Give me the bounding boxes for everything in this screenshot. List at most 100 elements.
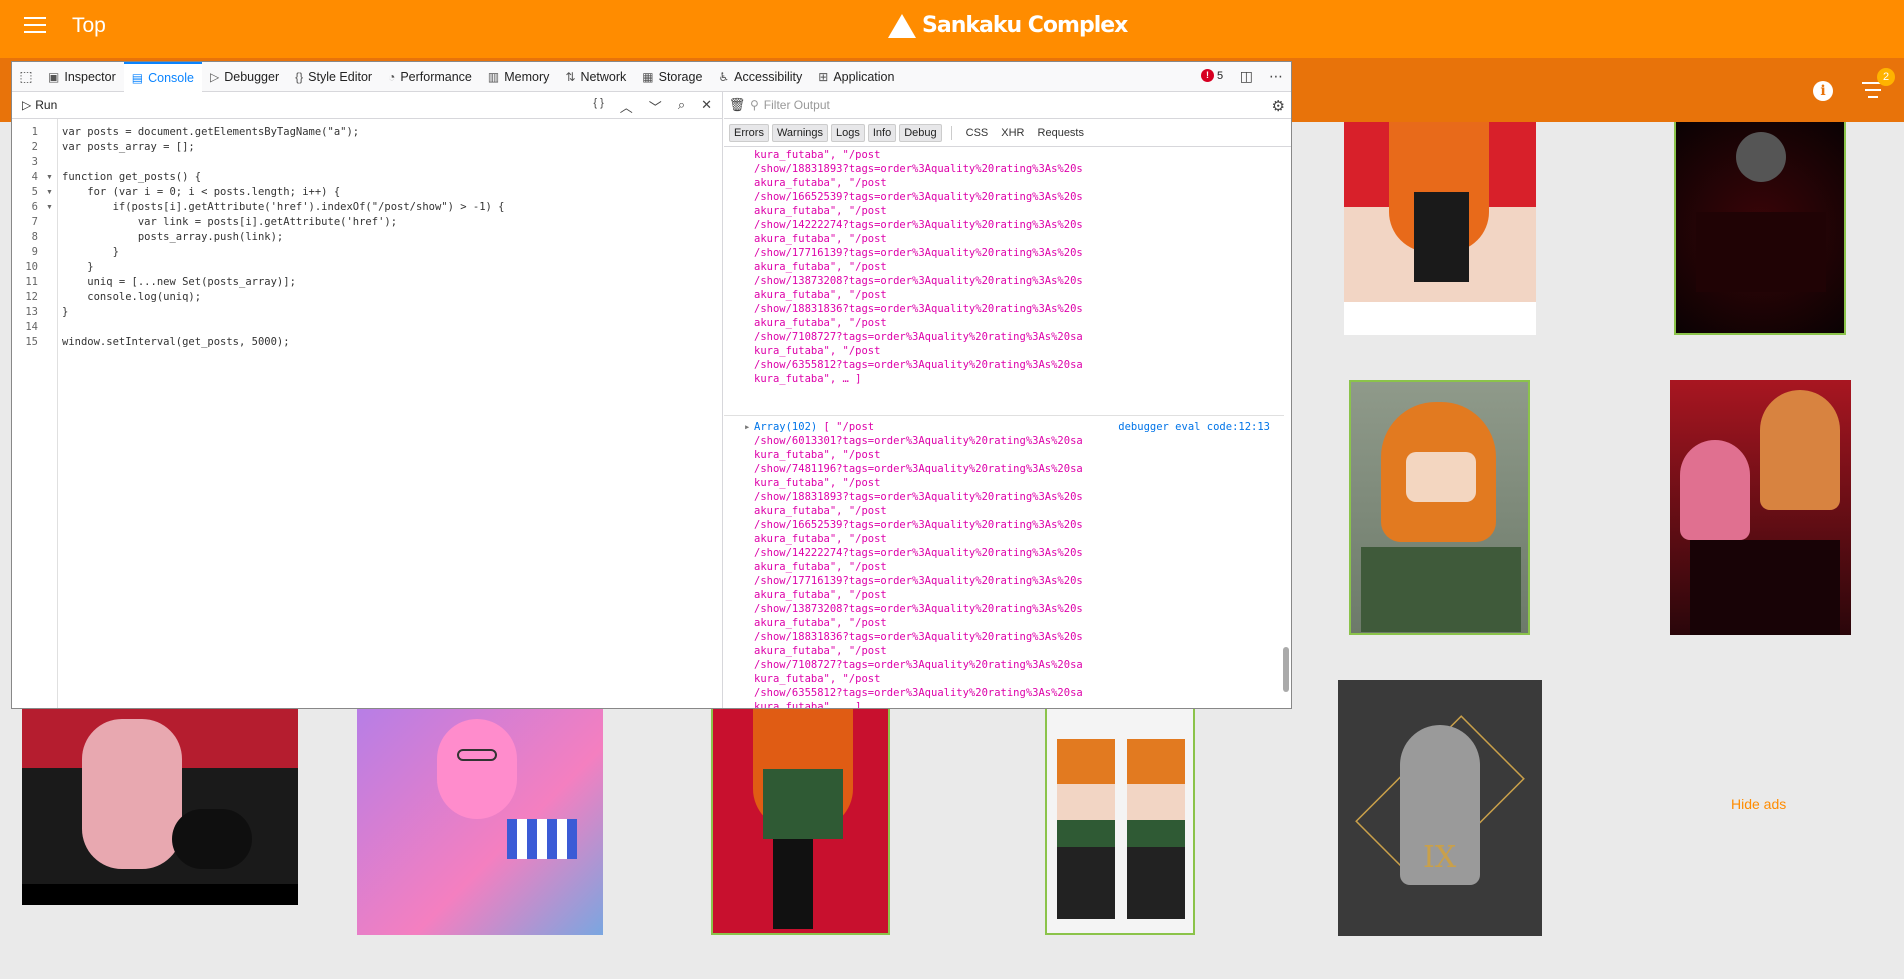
- tab-storage[interactable]: ▦ Storage: [634, 62, 710, 92]
- post-thumbnail[interactable]: [1349, 380, 1530, 635]
- log-level-filters: Errors Warnings Logs Info Debug CSS XHR …: [724, 119, 1291, 147]
- output-line: /show/17716139?tags=order%3Aquality%20ra…: [754, 247, 1083, 259]
- output-line: /show/17716139?tags=order%3Aquality%20ra…: [754, 575, 1083, 587]
- array-header[interactable]: ▸ Array(102) [ "/post: [744, 421, 874, 435]
- output-line: /show/18831893?tags=order%3Aquality%20ra…: [754, 491, 1083, 503]
- code-line: var posts = document.getElementsByTagNam…: [62, 126, 360, 138]
- console-scrollbar[interactable]: [1283, 647, 1289, 692]
- fold-toggle-icon[interactable]: ▼: [46, 174, 53, 181]
- post-thumbnail[interactable]: [1045, 709, 1195, 935]
- tab-application[interactable]: ⊞ Application: [810, 62, 902, 92]
- line-number: 6: [31, 201, 38, 213]
- post-thumbnail[interactable]: [357, 709, 603, 935]
- line-number: 8: [31, 231, 38, 243]
- output-line: /show/18831836?tags=order%3Aquality%20ra…: [754, 631, 1083, 643]
- output-line: akura_futaba", "/post: [754, 233, 887, 245]
- tab-memory[interactable]: ▥ Memory: [480, 62, 558, 92]
- output-line: akura_futaba", "/post: [754, 177, 887, 189]
- filter-debug[interactable]: Debug: [899, 123, 942, 142]
- editor-toolbar: ▷ Run { } ︿ ﹀ ⌕ ✕: [12, 92, 722, 119]
- code-line: }: [62, 246, 119, 258]
- fold-toggle-icon[interactable]: ▼: [46, 189, 53, 196]
- output-line: akura_futaba", "/post: [754, 561, 887, 573]
- source-location-link[interactable]: debugger eval code:12:13: [1118, 421, 1270, 433]
- filter-requests[interactable]: Requests: [1033, 125, 1089, 141]
- fold-toggle-icon[interactable]: ▼: [46, 204, 53, 211]
- site-logo[interactable]: Sankaku Complex: [888, 13, 1128, 38]
- error-count[interactable]: ! 5: [1201, 69, 1223, 82]
- close-icon[interactable]: ✕: [701, 97, 712, 116]
- filter-xhr[interactable]: XHR: [996, 125, 1029, 141]
- output-line: kura_futaba", "/post: [754, 477, 881, 489]
- line-number: 13: [25, 306, 38, 318]
- post-thumbnail[interactable]: IX: [1338, 680, 1542, 936]
- accessibility-icon: ♿: [718, 69, 730, 84]
- code-line: for (var i = 0; i < posts.length; i++) {: [62, 186, 341, 198]
- run-button[interactable]: ▷ Run: [22, 98, 57, 112]
- search-icon[interactable]: ⌕: [678, 97, 685, 116]
- tab-style-editor[interactable]: {} Style Editor: [287, 62, 380, 92]
- output-line: /show/14222274?tags=order%3Aquality%20ra…: [754, 547, 1083, 559]
- info-icon[interactable]: i: [1813, 81, 1833, 101]
- post-thumbnail[interactable]: [1344, 122, 1536, 335]
- filter-css[interactable]: CSS: [961, 125, 994, 141]
- multiline-editor[interactable]: ▷ Run { } ︿ ﹀ ⌕ ✕ 1 2 3 4 ▼ 5 ▼ 6 ▼ 7 8 9 10 11 12 13 14 1…: [12, 92, 723, 708]
- tab-accessibility[interactable]: ♿ Accessibility: [710, 62, 810, 92]
- clear-console-icon[interactable]: 🗑: [724, 97, 750, 113]
- page-title: Top: [72, 14, 106, 37]
- output-line: akura_futaba", "/post: [754, 261, 887, 273]
- message-divider: [724, 415, 1284, 416]
- code-line: uniq = [...new Set(posts_array)];: [62, 276, 296, 288]
- tab-debugger[interactable]: ▷ Debugger: [202, 62, 287, 92]
- filter-errors[interactable]: Errors: [729, 123, 769, 142]
- funnel-icon: ⚲: [750, 98, 759, 112]
- tab-inspector[interactable]: ▣ Inspector: [40, 62, 124, 92]
- code-line: var posts_array = [];: [62, 141, 195, 153]
- line-number: 5: [31, 186, 38, 198]
- code-line: console.log(uniq);: [62, 291, 202, 303]
- code-line: function get_posts() {: [62, 171, 202, 183]
- tab-console[interactable]: ▤ Console: [123, 61, 202, 92]
- code-line: }: [62, 261, 94, 273]
- notification-badge: 2: [1877, 68, 1895, 86]
- filter-warnings[interactable]: Warnings: [771, 123, 829, 142]
- post-thumbnail[interactable]: [22, 709, 298, 905]
- tab-performance[interactable]: ◔ Performance: [380, 62, 480, 92]
- grid-icon: ⊞: [818, 69, 829, 84]
- filter-logs[interactable]: Logs: [831, 123, 865, 142]
- gear-icon[interactable]: ⚙: [1272, 97, 1285, 115]
- chip-icon: ▥: [487, 69, 500, 84]
- chevron-up-icon[interactable]: ︿: [620, 97, 633, 116]
- output-line: /show/7108727?tags=order%3Aquality%20rat…: [754, 331, 1083, 343]
- output-line: akura_futaba", "/post: [754, 617, 887, 629]
- output-line: akura_futaba", "/post: [754, 589, 887, 601]
- output-line: kura_futaba", … ]: [754, 701, 862, 708]
- output-line: /show/7108727?tags=order%3Aquality%20rat…: [754, 659, 1083, 671]
- site-header: Top Sankaku Complex: [0, 0, 1904, 58]
- hide-ads-link[interactable]: Hide ads: [1731, 796, 1786, 812]
- element-picker-icon[interactable]: ⬚: [12, 68, 40, 85]
- storage-icon: ▦: [642, 69, 654, 84]
- console-output[interactable]: /show/7481196?tags=order%3Aquality%20rat…: [724, 147, 1291, 708]
- post-thumbnail[interactable]: [1674, 122, 1846, 335]
- expand-arrow-icon: ▸: [744, 421, 751, 433]
- line-number: 1: [31, 126, 38, 138]
- code-line: }: [62, 306, 69, 318]
- chevron-down-icon[interactable]: ﹀: [649, 97, 662, 116]
- post-thumbnail[interactable]: [1670, 380, 1851, 635]
- filter-info[interactable]: Info: [867, 123, 897, 142]
- more-options-icon[interactable]: ⋯: [1269, 68, 1283, 85]
- menu-icon[interactable]: [24, 17, 46, 35]
- dock-side-icon[interactable]: ◫: [1240, 68, 1253, 85]
- filter-output-input[interactable]: ⚲ Filter Output: [750, 98, 830, 112]
- tab-network[interactable]: ⇅ Network: [557, 62, 634, 92]
- logo-text: Sankaku Complex: [922, 13, 1128, 38]
- line-number: 14: [25, 321, 38, 333]
- pretty-print-icon[interactable]: { }: [593, 97, 603, 116]
- post-thumbnail[interactable]: [711, 709, 890, 935]
- output-line: akura_futaba", "/post: [754, 205, 887, 217]
- logo-triangle-icon: [888, 13, 916, 38]
- output-line: akura_futaba", "/post: [754, 505, 887, 517]
- output-line: kura_futaba", "/post: [754, 345, 881, 357]
- line-number: 15: [25, 336, 38, 348]
